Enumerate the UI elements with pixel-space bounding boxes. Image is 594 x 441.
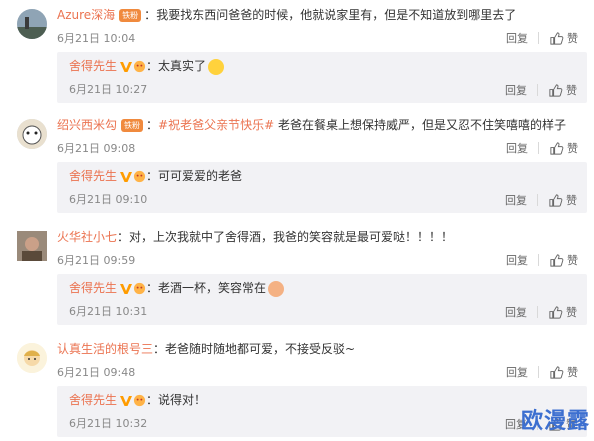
timestamp: 6月21日 09:48	[57, 366, 136, 379]
heart-face-icon	[133, 282, 146, 295]
reply-box: 舍得先生 ：老酒一杯，笑容常在 6月21日 10:31 回复 赞	[57, 274, 587, 325]
reply-box: 舍得先生 ：太真实了 6月21日 10:27 回复 赞	[57, 52, 587, 103]
timestamp: 6月21日 09:59	[57, 254, 136, 267]
reply-button[interactable]: 回复	[506, 140, 528, 156]
reply-actions: 回复 赞	[505, 82, 577, 98]
verified-v-icon	[120, 172, 133, 182]
comment-actions: 回复 赞	[506, 30, 578, 46]
username[interactable]: Azure深海	[57, 8, 115, 22]
like-button[interactable]: 赞	[566, 82, 577, 98]
reply-username[interactable]: 舍得先生	[69, 169, 117, 183]
comment: 火华社小七：对，上次我就中了舍得酒，我爸的笑容就是最可爱哒！！！！ 6月21日 …	[0, 222, 594, 274]
like-button[interactable]: 赞	[567, 30, 578, 46]
comment-body: 我要找东西问爸爸的时候，他就说家里有，但是不知道放到哪里去了	[156, 8, 517, 22]
avatar[interactable]	[17, 231, 47, 261]
reply-timestamp: 6月21日 09:10	[69, 193, 148, 206]
comment-text: 认真生活的根号三：老爸随时随地都可爱，不接受反驳~	[57, 342, 356, 356]
comment-text: Azure深海 铁粉 ：我要找东西问爸爸的时候，他就说家里有，但是不知道放到哪里去了	[57, 8, 517, 22]
reply-timestamp: 6月21日 10:27	[69, 83, 148, 96]
reply-body: 老酒一杯，笑容常在	[158, 281, 267, 295]
comment-body: 老爸在餐桌上想保持威严，但是又忍不住笑嘻嘻的样子	[274, 118, 566, 132]
divider	[537, 306, 538, 318]
avatar[interactable]	[17, 119, 47, 149]
reply-username[interactable]: 舍得先生	[69, 59, 117, 73]
divider	[538, 254, 539, 266]
reply-body: 说得对！	[158, 393, 207, 407]
thumbs-up-icon[interactable]	[549, 141, 564, 156]
like-button[interactable]: 赞	[566, 304, 577, 320]
reply-text: 舍得先生 ：可可爱爱的老爸	[69, 169, 243, 183]
like-button[interactable]: 赞	[567, 140, 578, 156]
thumbs-up-icon[interactable]	[549, 365, 564, 380]
comment: 认真生活的根号三：老爸随时随地都可爱，不接受反驳~ 6月21日 09:48 回复…	[0, 334, 594, 386]
reply-body: 可可爱爱的老爸	[158, 169, 243, 183]
reply-actions: 回复 赞	[505, 192, 577, 208]
thumbs-up-icon[interactable]	[549, 253, 564, 268]
reply-timestamp: 6月21日 10:32	[69, 417, 148, 430]
reply-button[interactable]: 回复	[505, 192, 527, 208]
reply-body: 太真实了	[158, 59, 207, 73]
comment-thread: 认真生活的根号三：老爸随时随地都可爱，不接受反驳~ 6月21日 09:48 回复…	[0, 334, 594, 437]
heart-face-icon	[133, 60, 146, 73]
reply-button[interactable]: 回复	[506, 364, 528, 380]
thumbs-up-icon[interactable]	[548, 305, 563, 320]
comment-body: 老爸随时随地都可爱，不接受反驳~	[165, 342, 356, 356]
divider	[537, 84, 538, 96]
comment-thread: 火华社小七：对，上次我就中了舍得酒，我爸的笑容就是最可爱哒！！！！ 6月21日 …	[0, 222, 594, 325]
comment-thread: Azure深海 铁粉 ：我要找东西问爸爸的时候，他就说家里有，但是不知道放到哪里去了…	[0, 0, 594, 103]
reply-username[interactable]: 舍得先生	[69, 281, 117, 295]
comment-body: 对，上次我就中了舍得酒，我爸的笑容就是最可爱哒！！！！	[129, 230, 454, 244]
thumbs-up-icon[interactable]	[549, 31, 564, 46]
thumbs-up-icon[interactable]	[548, 193, 563, 208]
comment: Azure深海 铁粉 ：我要找东西问爸爸的时候，他就说家里有，但是不知道放到哪里去了…	[0, 0, 594, 52]
like-button[interactable]: 赞	[567, 252, 578, 268]
avatar[interactable]	[17, 9, 47, 39]
divider	[538, 32, 539, 44]
username[interactable]: 火华社小七	[57, 230, 117, 244]
timestamp: 6月21日 10:04	[57, 32, 136, 45]
laughing-tears-emoji-icon	[208, 58, 225, 75]
verified-v-icon	[120, 284, 133, 294]
reply-button[interactable]: 回复	[506, 252, 528, 268]
thumbs-up-icon[interactable]	[548, 83, 563, 98]
reply-button[interactable]: 回复	[506, 30, 528, 46]
reply-box: 舍得先生 ：可可爱爱的老爸 6月21日 09:10 回复 赞	[57, 162, 587, 213]
watermark: 欧漫露	[520, 409, 590, 434]
like-button[interactable]: 赞	[567, 364, 578, 380]
username[interactable]: 绍兴西米勾	[57, 118, 117, 132]
reply-username[interactable]: 舍得先生	[69, 393, 117, 407]
username[interactable]: 认真生活的根号三	[57, 342, 153, 356]
divider	[538, 142, 539, 154]
comment-text: 火华社小七：对，上次我就中了舍得酒，我爸的笑容就是最可爱哒！！！！	[57, 230, 454, 244]
comment: 绍兴西米勾 铁粉 ：#祝老爸父亲节快乐# 老爸在餐桌上想保持威严，但是又忍不住笑嘻嘻…	[0, 110, 594, 162]
heart-face-icon	[133, 394, 146, 407]
avatar[interactable]	[17, 343, 47, 373]
topic-link[interactable]: #祝老爸父亲节快乐#	[158, 118, 274, 132]
fan-badge: 铁粉	[121, 119, 144, 132]
like-button[interactable]: 赞	[566, 192, 577, 208]
divider	[538, 366, 539, 378]
reply-actions: 回复 赞	[505, 304, 577, 320]
timestamp: 6月21日 09:08	[57, 142, 136, 155]
reply-text: 舍得先生 ：说得对！	[69, 393, 207, 407]
reply-button[interactable]: 回复	[505, 82, 527, 98]
reply-text: 舍得先生 ：老酒一杯，笑容常在	[69, 280, 285, 297]
comment-thread: 绍兴西米勾 铁粉 ：#祝老爸父亲节快乐# 老爸在餐桌上想保持威严，但是又忍不住笑嘻嘻…	[0, 110, 594, 213]
verified-v-icon	[120, 396, 133, 406]
comment-actions: 回复 赞	[506, 364, 578, 380]
comment-text: 绍兴西米勾 铁粉 ：#祝老爸父亲节快乐# 老爸在餐桌上想保持威严，但是又忍不住笑嘻嘻…	[57, 118, 566, 132]
divider	[537, 194, 538, 206]
verified-v-icon	[120, 62, 133, 72]
comment-actions: 回复 赞	[506, 140, 578, 156]
reply-box: 舍得先生 ：说得对！ 6月21日 10:32 回复 赞	[57, 386, 587, 437]
reply-text: 舍得先生 ：太真实了	[69, 58, 225, 75]
heart-face-icon	[133, 170, 146, 183]
reply-button[interactable]: 回复	[505, 304, 527, 320]
smiling-face-emoji-icon	[268, 280, 285, 297]
comment-actions: 回复 赞	[506, 252, 578, 268]
fan-badge: 铁粉	[119, 9, 142, 22]
reply-timestamp: 6月21日 10:31	[69, 305, 148, 318]
